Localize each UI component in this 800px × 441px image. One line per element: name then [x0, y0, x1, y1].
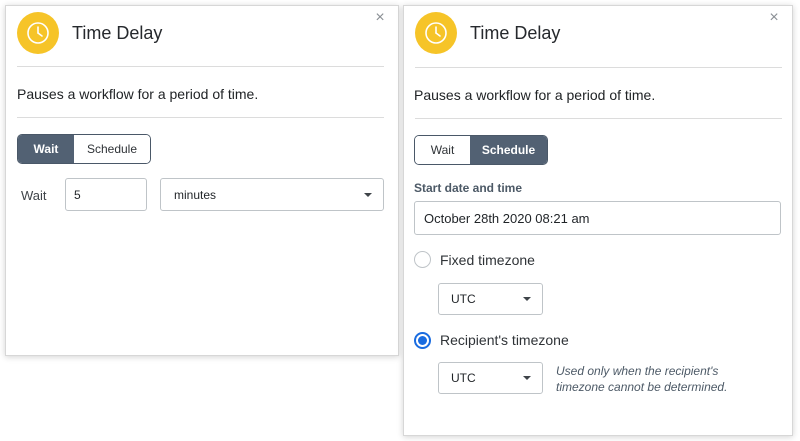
panel-title: Time Delay — [72, 22, 163, 43]
duration-unit-value: minutes — [174, 187, 217, 202]
clock-icon — [17, 12, 59, 54]
chevron-down-icon — [523, 376, 531, 380]
recipient-timezone-note-line-2: timezone cannot be determined. — [556, 380, 728, 394]
recipient-timezone-radio[interactable] — [414, 332, 431, 349]
panel-header: Time Delay — [17, 12, 162, 54]
wait-label: Wait — [21, 188, 47, 203]
wait-duration-value: 5 — [74, 187, 81, 202]
mode-toggle: Wait Schedule — [414, 135, 548, 165]
fixed-timezone-select[interactable]: UTC — [438, 283, 543, 315]
wait-tab[interactable]: Wait — [18, 135, 74, 163]
recipient-timezone-note: Used only when the recipient's timezone … — [556, 363, 727, 395]
recipient-timezone-note-line-1: Used only when the recipient's — [556, 364, 719, 378]
panel-header: Time Delay — [415, 12, 560, 54]
start-datetime-input[interactable]: October 28th 2020 08:21 am — [414, 201, 781, 235]
close-icon[interactable]: × — [766, 10, 782, 26]
description-divider — [17, 117, 384, 118]
description-divider — [415, 118, 782, 119]
recipient-timezone-value: UTC — [451, 371, 476, 385]
panel-description: Pauses a workflow for a period of time. — [17, 86, 259, 102]
chevron-down-icon — [364, 192, 372, 197]
duration-unit-select[interactable]: minutes — [160, 178, 384, 211]
wait-duration-input[interactable]: 5 — [65, 178, 147, 211]
panel-description: Pauses a workflow for a period of time. — [414, 87, 656, 103]
header-divider — [17, 66, 384, 67]
start-date-label: Start date and time — [414, 181, 523, 195]
wait-tab[interactable]: Wait — [415, 136, 470, 164]
schedule-tab[interactable]: Schedule — [74, 135, 150, 163]
recipient-timezone-select[interactable]: UTC — [438, 362, 543, 394]
start-datetime-value: October 28th 2020 08:21 am — [424, 210, 590, 226]
panel-title: Time Delay — [470, 22, 561, 43]
header-divider — [415, 67, 782, 68]
mode-toggle: Wait Schedule — [17, 134, 151, 164]
chevron-down-icon — [523, 297, 531, 301]
time-delay-panel-right: × Time Delay Pauses a workflow for a per… — [403, 5, 793, 436]
schedule-tab[interactable]: Schedule — [470, 136, 547, 164]
fixed-timezone-label: Fixed timezone — [440, 252, 535, 268]
fixed-timezone-radio[interactable] — [414, 251, 431, 268]
recipient-timezone-label: Recipient's timezone — [440, 332, 569, 348]
clock-icon — [415, 12, 457, 54]
close-icon[interactable]: × — [372, 10, 388, 26]
fixed-timezone-value: UTC — [451, 292, 476, 306]
time-delay-panel-left: × Time Delay Pauses a workflow for a per… — [5, 5, 399, 356]
